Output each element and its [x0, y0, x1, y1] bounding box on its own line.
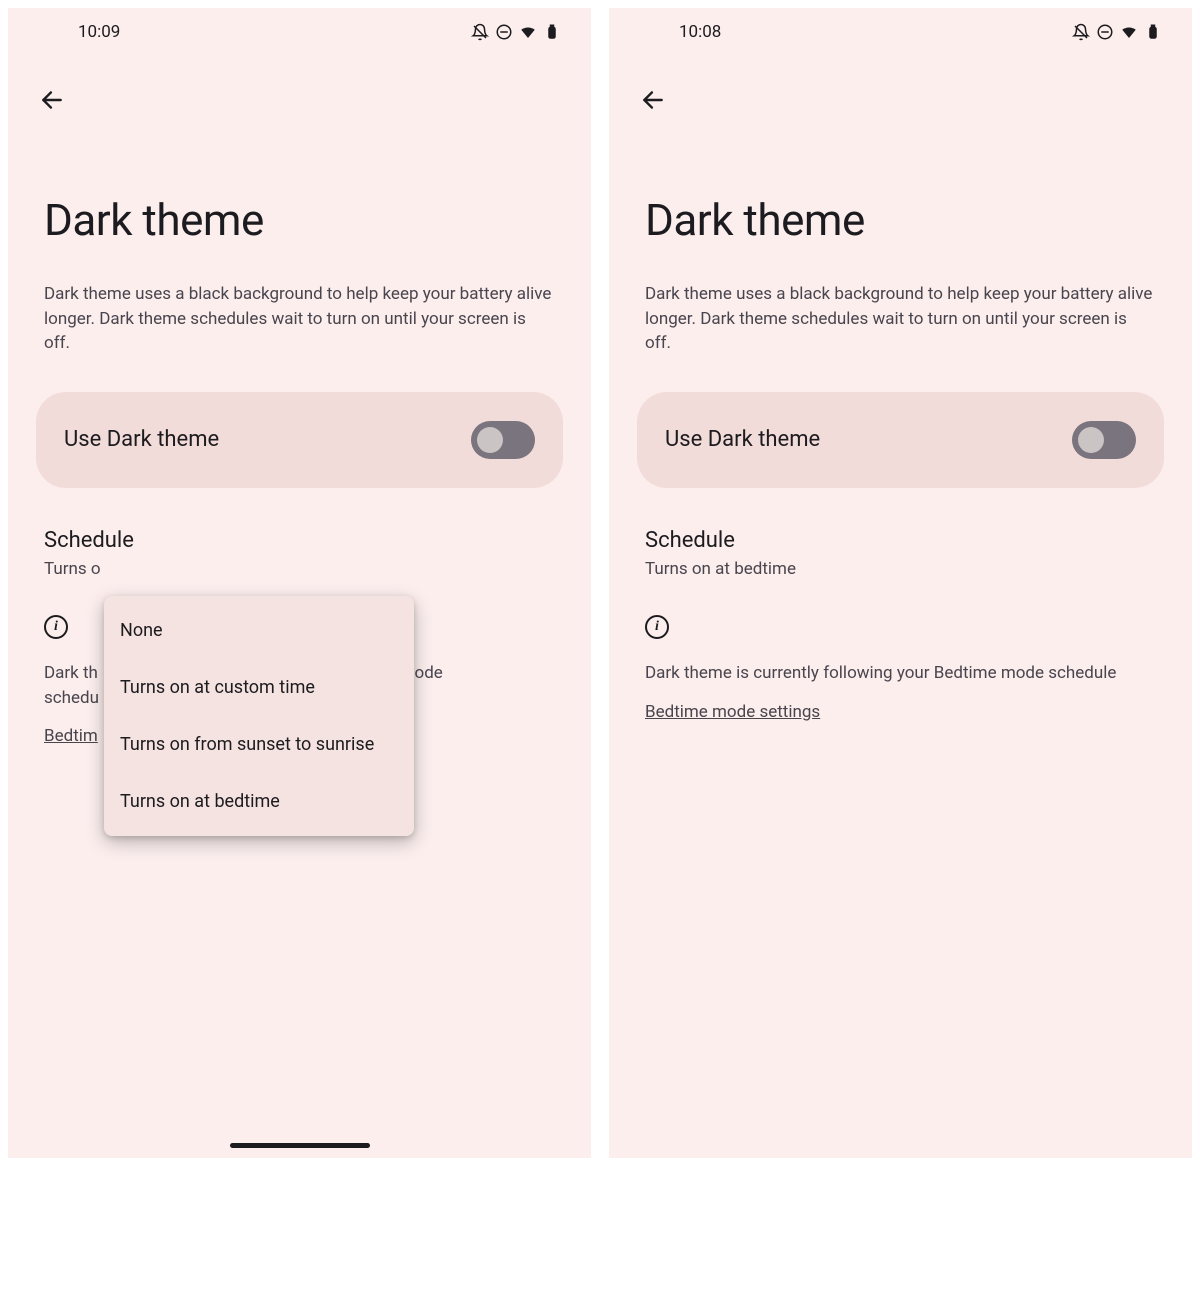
battery-icon	[543, 23, 561, 41]
schedule-option-bedtime[interactable]: Turns on at bedtime	[104, 773, 414, 830]
notification-off-icon	[1072, 23, 1090, 41]
schedule-row[interactable]: Schedule Turns on at bedtime	[609, 488, 1192, 579]
wifi-icon	[1120, 23, 1138, 41]
toggle-label: Use Dark theme	[665, 427, 820, 452]
status-time: 10:09	[78, 22, 120, 42]
switch-thumb	[1078, 427, 1104, 453]
dark-theme-toggle-row[interactable]: Use Dark theme	[637, 392, 1164, 488]
dnd-icon	[1096, 23, 1114, 41]
schedule-title: Schedule	[44, 528, 555, 553]
notification-off-icon	[471, 23, 489, 41]
switch-thumb	[477, 427, 503, 453]
page-title: Dark theme	[8, 114, 591, 246]
status-bar: 10:09	[8, 8, 591, 56]
status-icons	[1072, 23, 1162, 41]
arrow-left-icon	[640, 87, 666, 113]
page-description: Dark theme uses a black background to he…	[609, 246, 1192, 356]
dnd-icon	[495, 23, 513, 41]
info-text: Dark theme is currently following your B…	[609, 639, 1192, 686]
schedule-option-custom[interactable]: Turns on at custom time	[104, 659, 414, 716]
status-time: 10:08	[679, 22, 721, 42]
status-icons	[471, 23, 561, 41]
battery-icon	[1144, 23, 1162, 41]
page-title: Dark theme	[609, 114, 1192, 246]
wifi-icon	[519, 23, 537, 41]
dark-theme-switch[interactable]	[1072, 421, 1136, 459]
phone-left: 10:09 Dark theme Dark theme uses a black…	[8, 8, 591, 1158]
schedule-popup: None Turns on at custom time Turns on fr…	[104, 596, 414, 836]
nav-handle[interactable]	[230, 1143, 370, 1148]
dark-theme-toggle-row[interactable]: Use Dark theme	[36, 392, 563, 488]
schedule-title: Schedule	[645, 528, 1156, 553]
toggle-label: Use Dark theme	[64, 427, 219, 452]
phone-right: 10:08 Dark theme Dark theme uses a black…	[609, 8, 1192, 1158]
schedule-option-none[interactable]: None	[104, 602, 414, 659]
schedule-value: Turns on at bedtime	[645, 559, 1156, 579]
schedule-option-sunset[interactable]: Turns on from sunset to sunrise	[104, 716, 414, 773]
arrow-left-icon	[39, 87, 65, 113]
status-bar: 10:08	[609, 8, 1192, 56]
page-description: Dark theme uses a black background to he…	[8, 246, 591, 356]
bedtime-settings-link[interactable]: Bedtime mode settings	[609, 686, 1192, 722]
back-button[interactable]	[639, 86, 667, 114]
dark-theme-switch[interactable]	[471, 421, 535, 459]
schedule-row[interactable]: Schedule Turns o	[8, 488, 591, 579]
back-button[interactable]	[38, 86, 66, 114]
info-icon: i	[645, 615, 669, 639]
schedule-value: Turns o	[44, 559, 555, 579]
info-icon: i	[44, 615, 68, 639]
